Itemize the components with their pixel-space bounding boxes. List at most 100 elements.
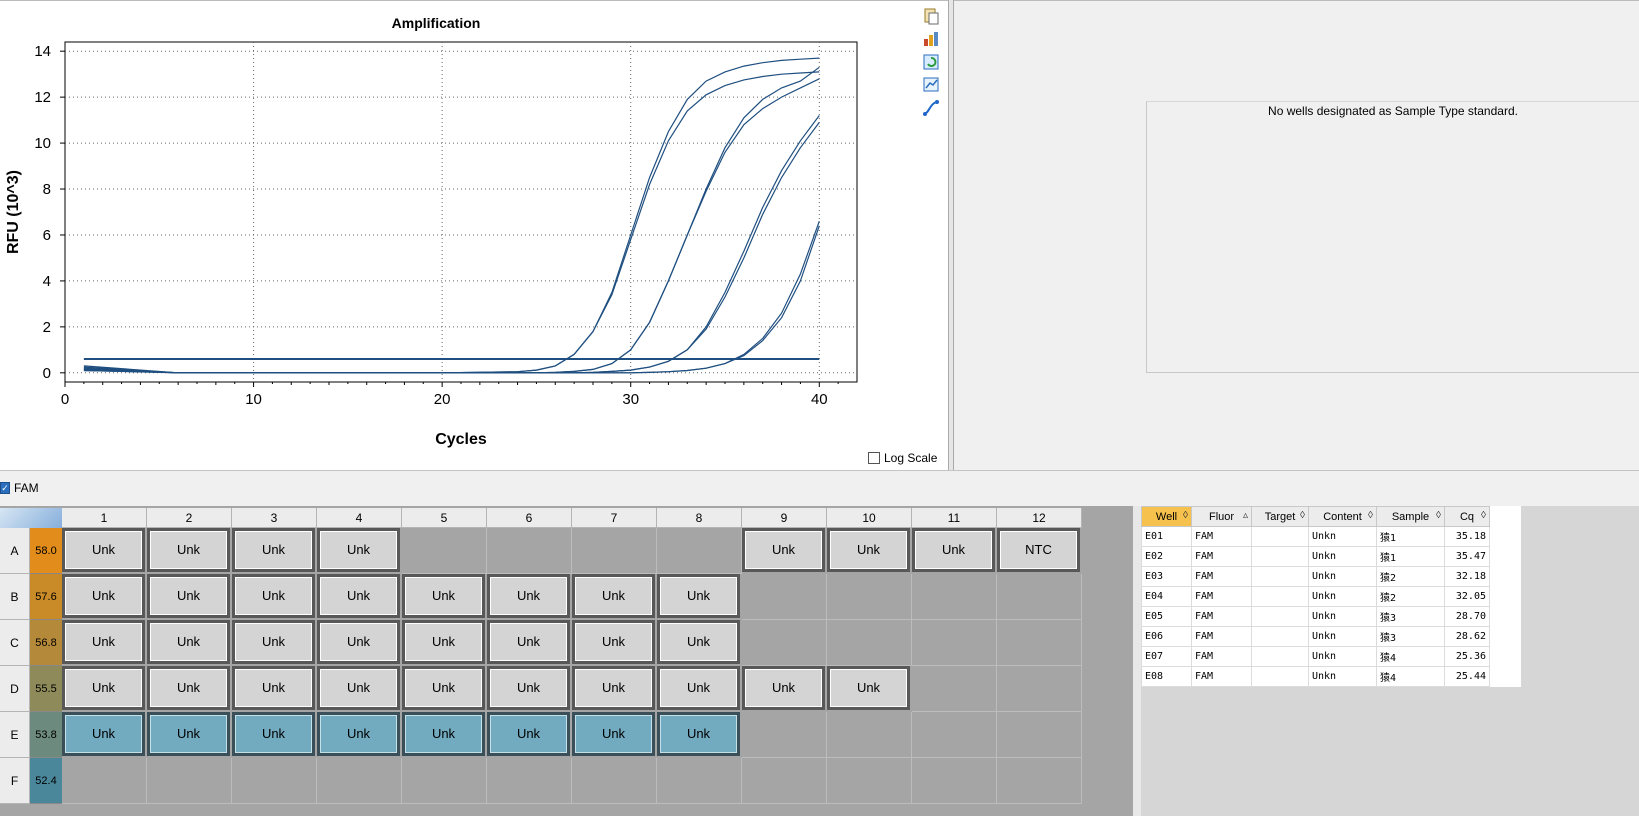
- plate-column-header[interactable]: 9: [742, 508, 827, 528]
- plate-well[interactable]: Unk: [317, 528, 400, 572]
- plate-well[interactable]: Unk: [147, 528, 230, 572]
- plate-well[interactable]: [742, 758, 827, 804]
- plate-well[interactable]: [997, 712, 1082, 758]
- plate-row-header[interactable]: F: [0, 758, 30, 804]
- fam-checkbox[interactable]: ✓: [0, 482, 10, 494]
- sort-icon[interactable]: ◊: [1436, 510, 1441, 521]
- plate-well[interactable]: Unk: [402, 712, 485, 756]
- plate-well[interactable]: Unk: [572, 620, 655, 664]
- plate-well[interactable]: Unk: [232, 620, 315, 664]
- plate-well[interactable]: [997, 666, 1082, 712]
- plate-well[interactable]: Unk: [62, 620, 145, 664]
- refresh-icon[interactable]: [922, 53, 940, 71]
- plate-well[interactable]: Unk: [742, 666, 825, 710]
- curve-icon[interactable]: [922, 99, 940, 117]
- plate-well[interactable]: Unk: [912, 528, 995, 572]
- plate-well[interactable]: Unk: [232, 574, 315, 618]
- sort-icon[interactable]: ▵: [1243, 510, 1248, 521]
- plate-well[interactable]: [827, 574, 912, 620]
- plate-column-header[interactable]: 3: [232, 508, 317, 528]
- plate-well[interactable]: [997, 758, 1082, 804]
- sort-icon[interactable]: ◊: [1368, 510, 1373, 521]
- plate-column-header[interactable]: 6: [487, 508, 572, 528]
- plate-well[interactable]: [912, 620, 997, 666]
- results-header-sample[interactable]: Sample ◊: [1376, 506, 1445, 527]
- results-header-well[interactable]: Well ◊: [1141, 506, 1192, 527]
- plate-well[interactable]: Unk: [147, 712, 230, 756]
- plate-well[interactable]: Unk: [402, 620, 485, 664]
- amplification-chart[interactable]: 0 10 20 30 40 0 2 4 6 8 10 12 14 Amplification Cycles R…: [0, 1, 948, 471]
- plate-row-header[interactable]: D: [0, 666, 30, 712]
- sort-icon[interactable]: ◊: [1481, 510, 1486, 521]
- log-scale-checkbox[interactable]: [868, 452, 880, 464]
- plate-well[interactable]: [62, 758, 147, 804]
- table-row[interactable]: E06 FAM Unkn 猿3 28.62: [1141, 626, 1490, 647]
- zoom-chart-icon[interactable]: [922, 76, 940, 94]
- table-row[interactable]: E07 FAM Unkn 猿4 25.36: [1141, 646, 1490, 667]
- plate-column-header[interactable]: 12: [997, 508, 1082, 528]
- plate-well[interactable]: Unk: [572, 712, 655, 756]
- results-header-target[interactable]: Target ◊: [1251, 506, 1309, 527]
- plate-row-header[interactable]: B: [0, 574, 30, 620]
- plate-well[interactable]: [912, 712, 997, 758]
- plate-well[interactable]: [912, 666, 997, 712]
- plate-well[interactable]: Unk: [147, 620, 230, 664]
- plate-well[interactable]: Unk: [317, 666, 400, 710]
- results-header-fluor[interactable]: Fluor ▵: [1191, 506, 1252, 527]
- log-scale-toggle[interactable]: Log Scale: [868, 451, 937, 465]
- table-row[interactable]: E03 FAM Unkn 猿2 32.18: [1141, 566, 1490, 587]
- plate-well[interactable]: [742, 574, 827, 620]
- plate-well[interactable]: Unk: [232, 712, 315, 756]
- plate-well[interactable]: Unk: [402, 666, 485, 710]
- export-chart-icon[interactable]: [922, 30, 940, 48]
- plate-column-header[interactable]: 7: [572, 508, 657, 528]
- table-row[interactable]: E04 FAM Unkn 猿2 32.05: [1141, 586, 1490, 607]
- plate-well[interactable]: [402, 758, 487, 804]
- copy-icon[interactable]: [922, 7, 940, 25]
- plate-well[interactable]: Unk: [62, 666, 145, 710]
- plate-column-header[interactable]: 1: [62, 508, 147, 528]
- plate-well[interactable]: Unk: [827, 666, 910, 710]
- plate-well[interactable]: Unk: [62, 574, 145, 618]
- plate-well[interactable]: [657, 528, 742, 574]
- plate-well[interactable]: Unk: [317, 620, 400, 664]
- plate-well[interactable]: Unk: [657, 574, 740, 618]
- plate-well[interactable]: Unk: [232, 528, 315, 572]
- plate-well[interactable]: [827, 758, 912, 804]
- plate-well[interactable]: [487, 758, 572, 804]
- plate-well[interactable]: Unk: [317, 712, 400, 756]
- plate-well[interactable]: [912, 758, 997, 804]
- table-row[interactable]: E05 FAM Unkn 猿3 28.70: [1141, 606, 1490, 627]
- plate-well[interactable]: Unk: [487, 574, 570, 618]
- plate-well[interactable]: Unk: [487, 712, 570, 756]
- sort-icon[interactable]: ◊: [1183, 510, 1188, 521]
- table-row[interactable]: E02 FAM Unkn 猿1 35.47: [1141, 546, 1490, 567]
- plate-well[interactable]: [997, 574, 1082, 620]
- plate-well[interactable]: [827, 712, 912, 758]
- table-row[interactable]: E08 FAM Unkn 猿4 25.44: [1141, 666, 1490, 687]
- results-header-cq[interactable]: Cq ◊: [1444, 506, 1490, 527]
- plate-row-header[interactable]: E: [0, 712, 30, 758]
- plate-column-header[interactable]: 10: [827, 508, 912, 528]
- plate-well[interactable]: [657, 758, 742, 804]
- plate-well[interactable]: Unk: [572, 666, 655, 710]
- plate-well[interactable]: [147, 758, 232, 804]
- plate-well[interactable]: Unk: [827, 528, 910, 572]
- plate-well[interactable]: [827, 620, 912, 666]
- plate-well[interactable]: Unk: [232, 666, 315, 710]
- plate-well[interactable]: [487, 528, 572, 574]
- plate-well[interactable]: Unk: [62, 528, 145, 572]
- plate-column-header[interactable]: 5: [402, 508, 487, 528]
- plate-well[interactable]: [912, 574, 997, 620]
- plate-well[interactable]: [742, 620, 827, 666]
- plate-well[interactable]: Unk: [742, 528, 825, 572]
- plate-well[interactable]: Unk: [657, 666, 740, 710]
- plate-row-header[interactable]: A: [0, 528, 30, 574]
- plate-well[interactable]: Unk: [62, 712, 145, 756]
- select-all-corner[interactable]: [0, 508, 62, 528]
- plate-well[interactable]: Unk: [487, 666, 570, 710]
- plate-well[interactable]: Unk: [657, 712, 740, 756]
- plate-well[interactable]: [317, 758, 402, 804]
- fam-selector[interactable]: ✓ FAM: [0, 481, 39, 495]
- plate-column-header[interactable]: 2: [147, 508, 232, 528]
